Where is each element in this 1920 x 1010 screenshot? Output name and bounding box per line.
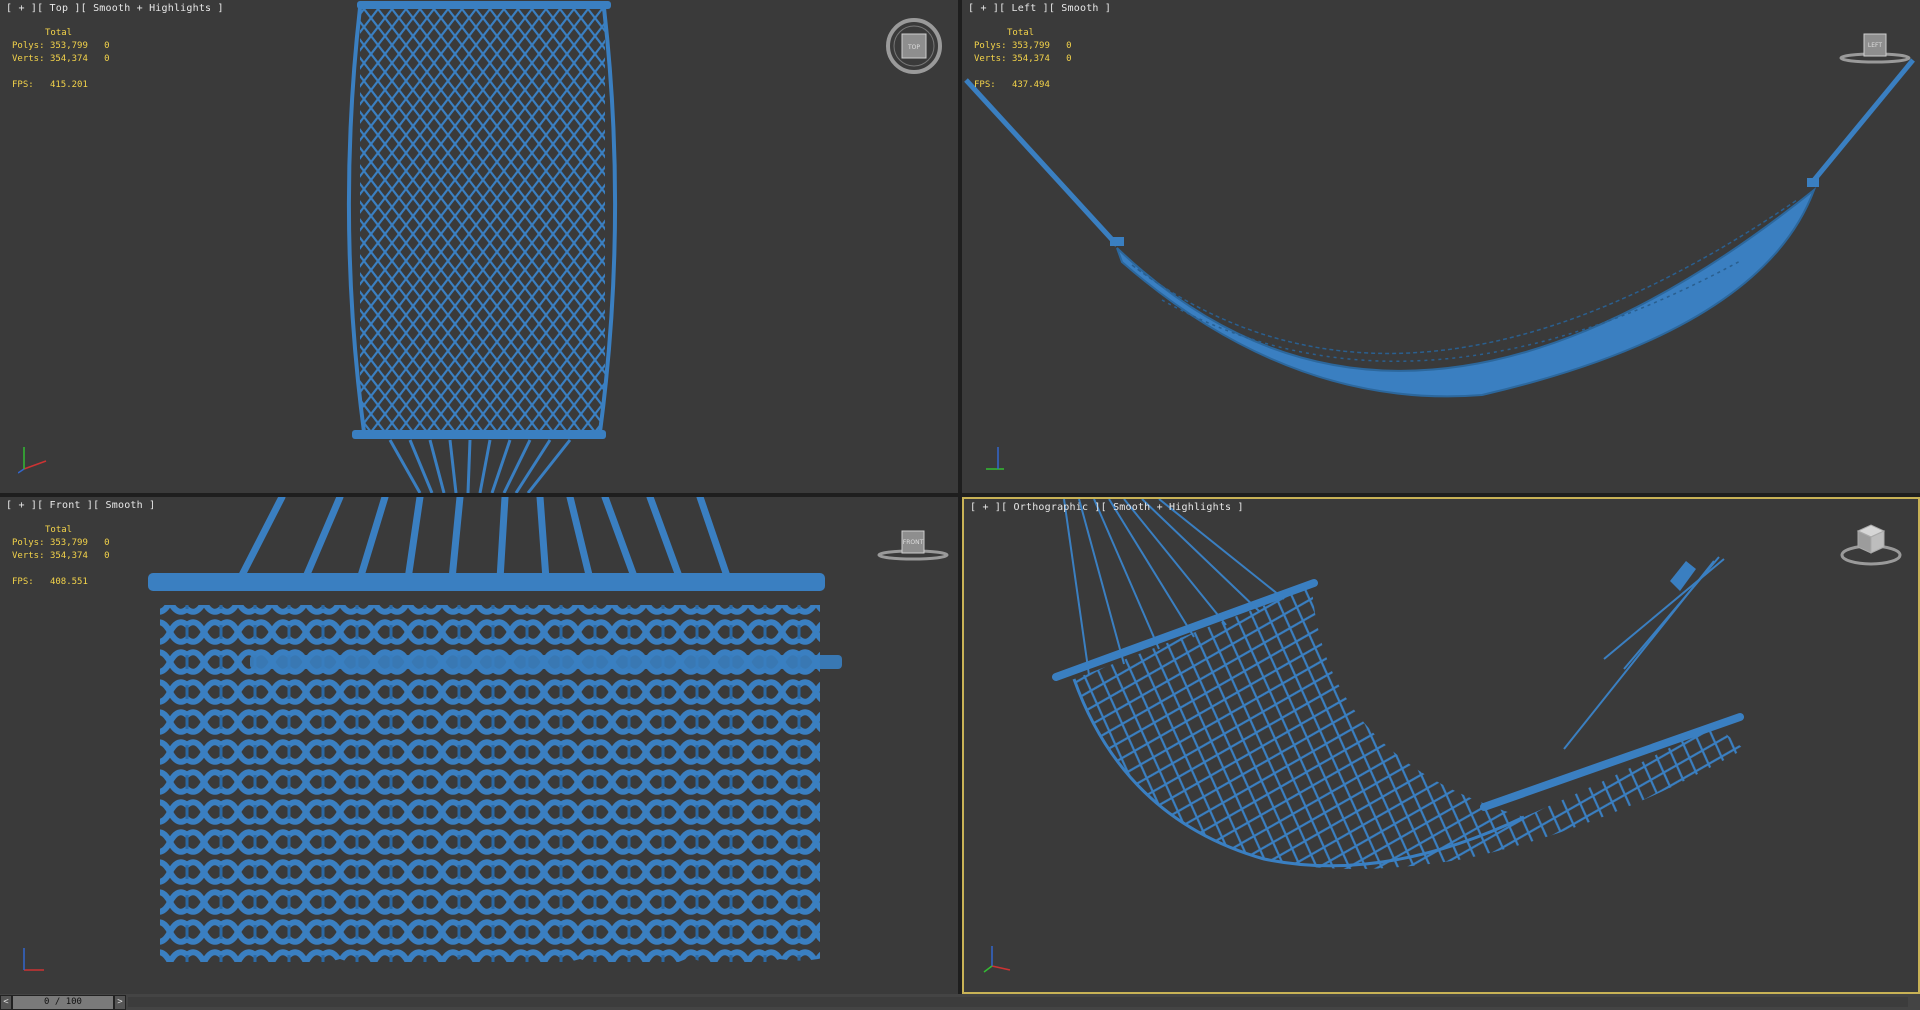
verts-value: 354,374: [49, 551, 88, 561]
axis-tripod-icon: [18, 447, 47, 474]
viewcube-icon[interactable]: LEFT: [1838, 28, 1912, 68]
hammock-top-view: [346, 1, 618, 493]
hammock-front-view: [148, 497, 842, 962]
stats-total: Total: [45, 28, 73, 38]
viewport-orthographic[interactable]: [ + ][ Orthographic ][ Smooth + Highligh…: [962, 497, 1920, 994]
time-slider[interactable]: 0 / 100: [12, 995, 114, 1010]
fps-value: 415.201: [49, 80, 88, 90]
timeline-track[interactable]: [128, 997, 1908, 1007]
fps-label: FPS:: [12, 80, 34, 90]
verts-label: Verts:: [974, 54, 1007, 64]
polys-selected: 0: [104, 41, 110, 51]
polys-value: 353,799: [49, 538, 88, 548]
hammock-left-view: [964, 58, 1915, 398]
viewport-label[interactable]: [ + ][ Front ][ Smooth ]: [6, 500, 155, 511]
polys-selected: 0: [104, 538, 110, 548]
verts-value: 354,374: [1011, 54, 1050, 64]
timeline-next-button[interactable]: >: [114, 995, 126, 1010]
stats-overlay: Total Polys: 353,799 0 Verts: 354,374 0 …: [974, 27, 1072, 92]
hammock-orthographic-view: [1052, 499, 1744, 869]
timeline-prev-button[interactable]: <: [0, 995, 12, 1010]
viewcube-icon[interactable]: [1838, 517, 1904, 567]
stats-overlay: Total Polys: 353,799 0 Verts: 354,374 0 …: [12, 27, 110, 92]
axis-tripod-icon: [983, 946, 1011, 973]
axis-tripod-icon: [986, 447, 1004, 470]
fps-value: 408.551: [49, 577, 88, 587]
viewcube-face-label: FRONT: [903, 539, 924, 546]
fps-label: FPS:: [974, 80, 996, 90]
viewcube-face-label: TOP: [907, 44, 920, 51]
verts-label: Verts:: [12, 551, 45, 561]
polys-value: 353,799: [49, 41, 88, 51]
viewport-label[interactable]: [ + ][ Left ][ Smooth ]: [968, 3, 1111, 14]
viewport-top[interactable]: [ + ][ Top ][ Smooth + Highlights ] Tota…: [0, 0, 958, 493]
verts-value: 354,374: [49, 54, 88, 64]
verts-selected: 0: [1066, 54, 1072, 64]
viewport-label[interactable]: [ + ][ Orthographic ][ Smooth + Highligh…: [970, 502, 1244, 513]
polys-selected: 0: [1066, 41, 1072, 51]
verts-label: Verts:: [12, 54, 45, 64]
viewport-left[interactable]: [ + ][ Left ][ Smooth ] Total Polys: 353…: [962, 0, 1920, 493]
viewcube-face-label: LEFT: [1868, 42, 1882, 49]
stats-total: Total: [1007, 28, 1035, 38]
verts-selected: 0: [104, 54, 110, 64]
polys-label: Polys:: [12, 41, 45, 51]
polys-label: Polys:: [12, 538, 45, 548]
viewcube-icon[interactable]: TOP: [884, 16, 944, 76]
timeline-bar: < 0 / 100 >: [0, 994, 1920, 1010]
stats-total: Total: [45, 525, 73, 535]
stats-overlay: Total Polys: 353,799 0 Verts: 354,374 0 …: [12, 524, 110, 589]
axis-tripod-icon: [23, 948, 44, 971]
fps-value: 437.494: [1011, 80, 1050, 90]
verts-selected: 0: [104, 551, 110, 561]
polys-value: 353,799: [1011, 41, 1050, 51]
viewport-front[interactable]: [ + ][ Front ][ Smooth ] Total Polys: 35…: [0, 497, 958, 994]
viewcube-icon[interactable]: FRONT: [876, 527, 950, 565]
viewport-label[interactable]: [ + ][ Top ][ Smooth + Highlights ]: [6, 3, 224, 14]
fps-label: FPS:: [12, 577, 34, 587]
polys-label: Polys:: [974, 41, 1007, 51]
